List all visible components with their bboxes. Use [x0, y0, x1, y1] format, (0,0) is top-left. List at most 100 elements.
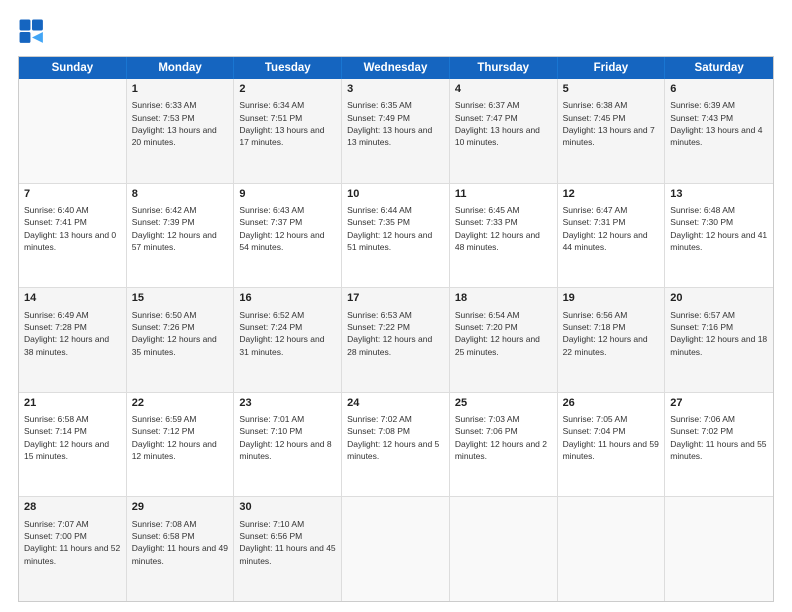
day-number: 12	[563, 187, 660, 202]
calendar-cell: 22 Sunrise: 6:59 AMSunset: 7:12 PMDayligh…	[127, 393, 235, 497]
day-info: Sunrise: 6:58 AMSunset: 7:14 PMDaylight:…	[24, 413, 121, 462]
day-info: Sunrise: 6:48 AMSunset: 7:30 PMDaylight:…	[670, 204, 768, 253]
day-number: 29	[132, 500, 229, 515]
day-number: 6	[670, 82, 768, 97]
day-number: 20	[670, 291, 768, 306]
day-number: 7	[24, 187, 121, 202]
day-info: Sunrise: 6:34 AMSunset: 7:51 PMDaylight:…	[239, 99, 336, 148]
calendar-cell: 9 Sunrise: 6:43 AMSunset: 7:37 PMDaylight…	[234, 184, 342, 288]
day-number: 22	[132, 396, 229, 411]
day-number: 5	[563, 82, 660, 97]
day-info: Sunrise: 7:06 AMSunset: 7:02 PMDaylight:…	[670, 413, 768, 462]
day-number: 15	[132, 291, 229, 306]
day-number: 10	[347, 187, 444, 202]
day-info: Sunrise: 6:56 AMSunset: 7:18 PMDaylight:…	[563, 309, 660, 358]
calendar-cell: 2Sunrise: 6:34 AMSunset: 7:51 PMDaylight…	[234, 79, 342, 183]
day-info: Sunrise: 6:33 AMSunset: 7:53 PMDaylight:…	[132, 99, 229, 148]
calendar-cell: 11 Sunrise: 6:45 AMSunset: 7:33 PMDayligh…	[450, 184, 558, 288]
day-number: 23	[239, 396, 336, 411]
calendar-cell: 8 Sunrise: 6:42 AMSunset: 7:39 PMDaylight…	[127, 184, 235, 288]
calendar-cell: 3 Sunrise: 6:35 AMSunset: 7:49 PMDaylight…	[342, 79, 450, 183]
day-info: Sunrise: 6:43 AMSunset: 7:37 PMDaylight:…	[239, 204, 336, 253]
day-info: Sunrise: 6:52 AMSunset: 7:24 PMDaylight:…	[239, 309, 336, 358]
day-info: Sunrise: 6:53 AMSunset: 7:22 PMDaylight:…	[347, 309, 444, 358]
day-number: 25	[455, 396, 552, 411]
calendar-cell: 20 Sunrise: 6:57 AMSunset: 7:16 PMDayligh…	[665, 288, 773, 392]
day-number: 18	[455, 291, 552, 306]
day-number: 16	[239, 291, 336, 306]
day-info: Sunrise: 6:35 AMSunset: 7:49 PMDaylight:…	[347, 99, 444, 148]
day-info: Sunrise: 6:57 AMSunset: 7:16 PMDaylight:…	[670, 309, 768, 358]
calendar-row: 14 Sunrise: 6:49 AMSunset: 7:28 PMDayligh…	[19, 288, 773, 393]
day-info: Sunrise: 6:54 AMSunset: 7:20 PMDaylight:…	[455, 309, 552, 358]
day-info: Sunrise: 6:45 AMSunset: 7:33 PMDaylight:…	[455, 204, 552, 253]
calendar-cell: 19 Sunrise: 6:56 AMSunset: 7:18 PMDayligh…	[558, 288, 666, 392]
day-number: 21	[24, 396, 121, 411]
day-number: 27	[670, 396, 768, 411]
calendar-cell: 7 Sunrise: 6:40 AMSunset: 7:41 PMDaylight…	[19, 184, 127, 288]
day-number: 14	[24, 291, 121, 306]
calendar-cell: 5 Sunrise: 6:38 AMSunset: 7:45 PMDaylight…	[558, 79, 666, 183]
day-number: 30	[239, 500, 336, 515]
weekday-header: Tuesday	[234, 57, 342, 79]
calendar-cell: 21 Sunrise: 6:58 AMSunset: 7:14 PMDayligh…	[19, 393, 127, 497]
calendar-cell: 12Sunrise: 6:47 AMSunset: 7:31 PMDayligh…	[558, 184, 666, 288]
day-info: Sunrise: 7:07 AMSunset: 7:00 PMDaylight:…	[24, 518, 121, 567]
calendar-row: 1 Sunrise: 6:33 AMSunset: 7:53 PMDaylight…	[19, 79, 773, 184]
calendar-cell: 14 Sunrise: 6:49 AMSunset: 7:28 PMDayligh…	[19, 288, 127, 392]
calendar-cell: 18 Sunrise: 6:54 AMSunset: 7:20 PMDayligh…	[450, 288, 558, 392]
weekday-header: Sunday	[19, 57, 127, 79]
day-info: Sunrise: 6:42 AMSunset: 7:39 PMDaylight:…	[132, 204, 229, 253]
calendar-row: 28Sunrise: 7:07 AMSunset: 7:00 PMDayligh…	[19, 497, 773, 601]
calendar-row: 21 Sunrise: 6:58 AMSunset: 7:14 PMDayligh…	[19, 393, 773, 498]
calendar-body: 1 Sunrise: 6:33 AMSunset: 7:53 PMDaylight…	[19, 79, 773, 601]
calendar-cell	[665, 497, 773, 601]
calendar-cell: 15 Sunrise: 6:50 AMSunset: 7:26 PMDayligh…	[127, 288, 235, 392]
day-number: 24	[347, 396, 444, 411]
logo-icon	[18, 18, 46, 46]
day-number: 11	[455, 187, 552, 202]
weekday-header: Friday	[558, 57, 666, 79]
weekday-header: Monday	[127, 57, 235, 79]
calendar-cell: 25 Sunrise: 7:03 AMSunset: 7:06 PMDayligh…	[450, 393, 558, 497]
day-info: Sunrise: 6:44 AMSunset: 7:35 PMDaylight:…	[347, 204, 444, 253]
weekday-header: Wednesday	[342, 57, 450, 79]
calendar-cell: 27 Sunrise: 7:06 AMSunset: 7:02 PMDayligh…	[665, 393, 773, 497]
calendar-row: 7 Sunrise: 6:40 AMSunset: 7:41 PMDaylight…	[19, 184, 773, 289]
calendar-cell	[19, 79, 127, 183]
day-info: Sunrise: 6:50 AMSunset: 7:26 PMDaylight:…	[132, 309, 229, 358]
day-number: 9	[239, 187, 336, 202]
calendar-cell: 1 Sunrise: 6:33 AMSunset: 7:53 PMDaylight…	[127, 79, 235, 183]
day-info: Sunrise: 6:37 AMSunset: 7:47 PMDaylight:…	[455, 99, 552, 148]
calendar-cell: 4Sunrise: 6:37 AMSunset: 7:47 PMDaylight…	[450, 79, 558, 183]
calendar-cell: 6Sunrise: 6:39 AMSunset: 7:43 PMDaylight…	[665, 79, 773, 183]
page: SundayMondayTuesdayWednesdayThursdayFrid…	[0, 0, 792, 612]
calendar-cell: 30 Sunrise: 7:10 AMSunset: 6:56 PMDayligh…	[234, 497, 342, 601]
day-number: 1	[132, 82, 229, 97]
day-info: Sunrise: 6:49 AMSunset: 7:28 PMDaylight:…	[24, 309, 121, 358]
day-number: 19	[563, 291, 660, 306]
calendar-cell: 29 Sunrise: 7:08 AMSunset: 6:58 PMDayligh…	[127, 497, 235, 601]
calendar: SundayMondayTuesdayWednesdayThursdayFrid…	[18, 56, 774, 602]
day-info: Sunrise: 6:59 AMSunset: 7:12 PMDaylight:…	[132, 413, 229, 462]
day-info: Sunrise: 6:38 AMSunset: 7:45 PMDaylight:…	[563, 99, 660, 148]
day-info: Sunrise: 7:05 AMSunset: 7:04 PMDaylight:…	[563, 413, 660, 462]
calendar-cell	[450, 497, 558, 601]
header	[18, 18, 774, 46]
weekday-header: Thursday	[450, 57, 558, 79]
calendar-cell: 26Sunrise: 7:05 AMSunset: 7:04 PMDayligh…	[558, 393, 666, 497]
calendar-cell	[558, 497, 666, 601]
day-number: 3	[347, 82, 444, 97]
logo	[18, 18, 50, 46]
calendar-cell: 16 Sunrise: 6:52 AMSunset: 7:24 PMDayligh…	[234, 288, 342, 392]
calendar-cell	[342, 497, 450, 601]
calendar-cell: 13Sunrise: 6:48 AMSunset: 7:30 PMDayligh…	[665, 184, 773, 288]
day-info: Sunrise: 6:40 AMSunset: 7:41 PMDaylight:…	[24, 204, 121, 253]
day-info: Sunrise: 7:03 AMSunset: 7:06 PMDaylight:…	[455, 413, 552, 462]
day-info: Sunrise: 7:08 AMSunset: 6:58 PMDaylight:…	[132, 518, 229, 567]
day-number: 17	[347, 291, 444, 306]
calendar-cell: 23Sunrise: 7:01 AMSunset: 7:10 PMDayligh…	[234, 393, 342, 497]
day-info: Sunrise: 7:10 AMSunset: 6:56 PMDaylight:…	[239, 518, 336, 567]
calendar-cell: 10 Sunrise: 6:44 AMSunset: 7:35 PMDayligh…	[342, 184, 450, 288]
day-number: 8	[132, 187, 229, 202]
